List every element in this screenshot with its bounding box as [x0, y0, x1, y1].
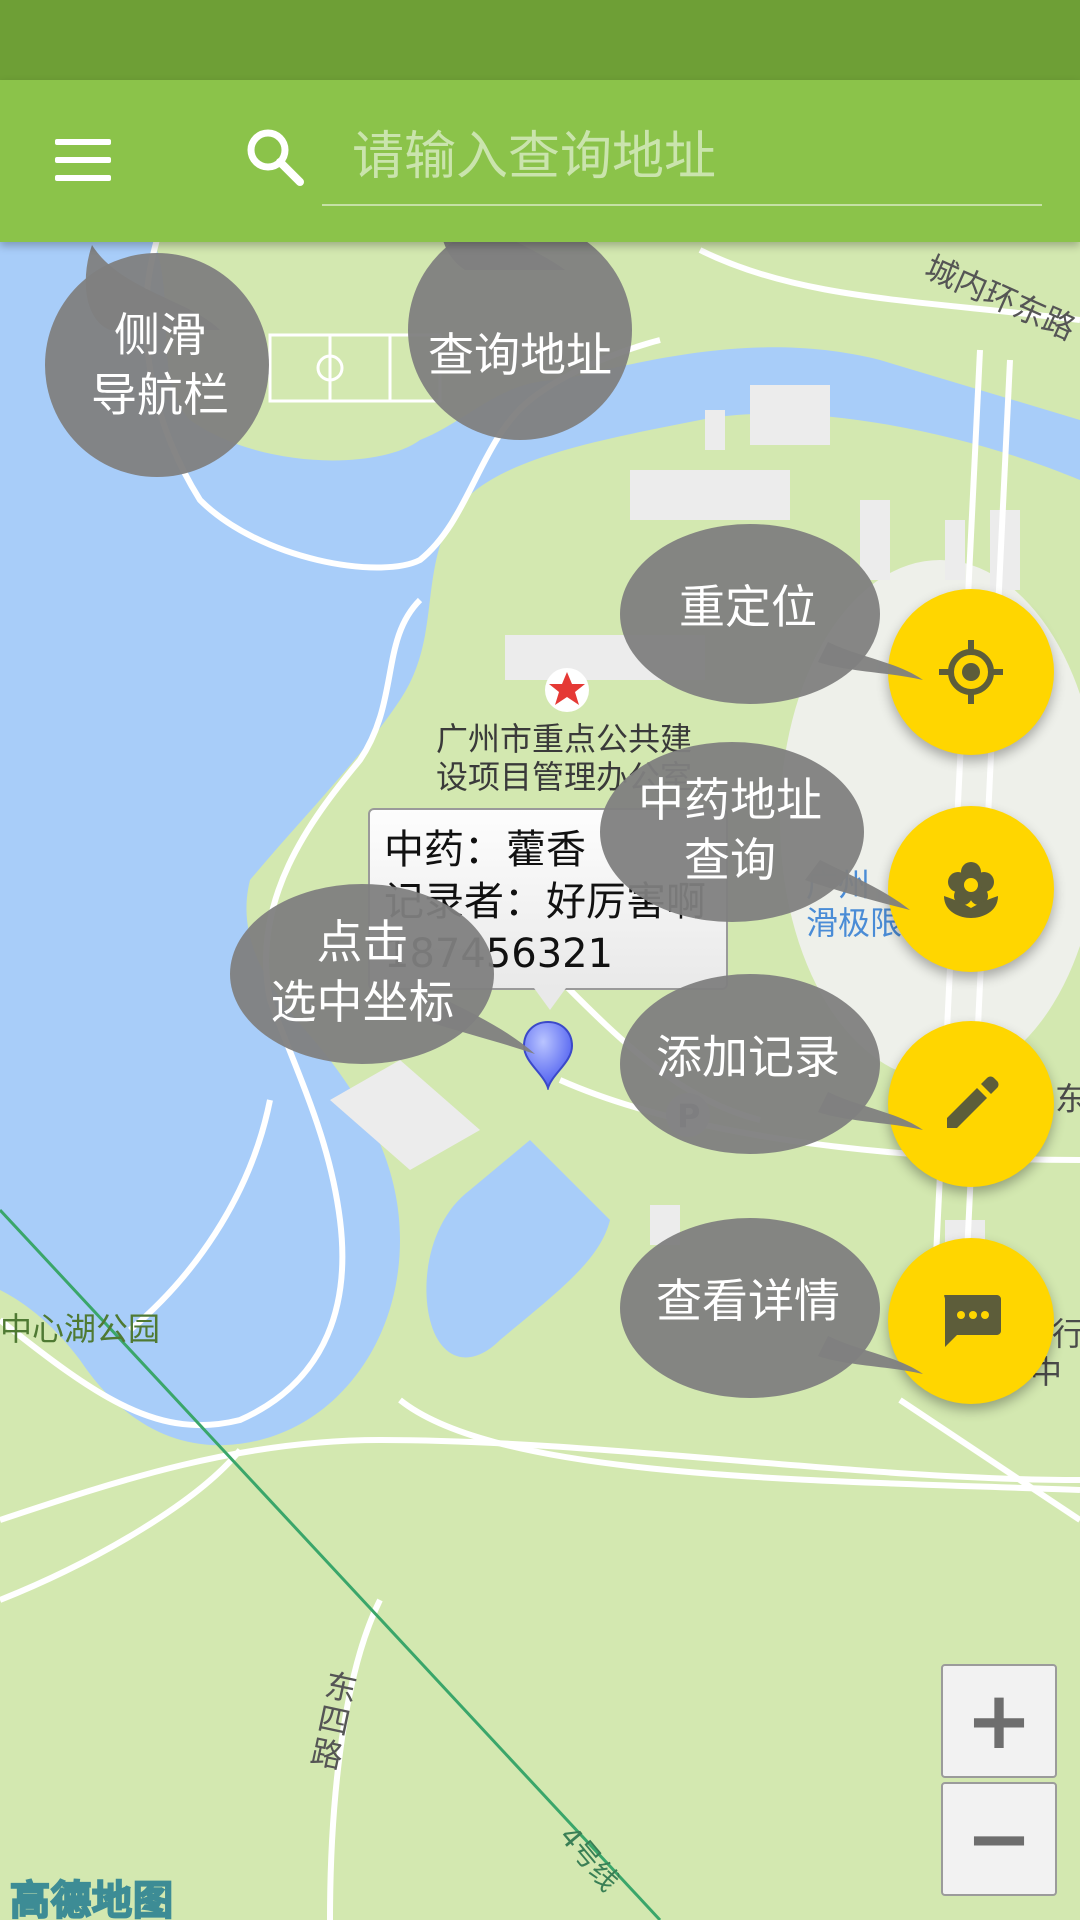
- tooltip-add-record: 添加记录: [618, 972, 928, 1162]
- amap-logo: 高德地图: [9, 1877, 174, 1920]
- edge-label-xing: 行: [1052, 1315, 1080, 1353]
- zoom-out-button[interactable]: −: [941, 1782, 1057, 1896]
- search-icon[interactable]: [240, 122, 310, 192]
- tooltip-select-point-text: 点击 选中坐标: [270, 915, 455, 1029]
- menu-icon-bar-middle: [55, 157, 111, 163]
- tooltip-view-details-text: 查看详情: [656, 1274, 840, 1328]
- zoom-in-button[interactable]: +: [941, 1664, 1057, 1778]
- menu-icon-bar-bottom: [55, 175, 111, 181]
- tooltip-herb-query: 中药地址 查询: [600, 740, 920, 940]
- pencil-icon: [947, 1076, 999, 1128]
- search-input[interactable]: [322, 110, 1042, 206]
- tooltip-relocate: 重定位: [618, 522, 928, 712]
- park-lake-label: 中心湖公园: [0, 1310, 161, 1348]
- tooltip-relocate-text: 重定位: [679, 580, 817, 634]
- flower-icon: [944, 862, 998, 918]
- menu-icon-bar-top: [55, 139, 111, 145]
- tooltip-herb-query-text: 中药地址 查询: [638, 773, 822, 887]
- info-herb-value: 藿香: [506, 827, 586, 873]
- app-root: 广州市重点公共建 设项目管理办公室 城内环东路 中心湖公园 广州 滑极限 东 四…: [0, 0, 1080, 1920]
- tooltip-side-nav: 侧滑 导航栏: [40, 200, 280, 480]
- tooltip-add-record-text: 添加记录: [656, 1030, 840, 1084]
- tooltip-select-point: 点击 选中坐标: [230, 882, 550, 1082]
- edge-label-dong: 东: [1055, 1080, 1080, 1118]
- tooltip-side-nav-text: 侧滑 导航栏: [91, 308, 229, 422]
- tooltip-search-text: 查询地址: [428, 328, 612, 382]
- chat-bubble-icon: [944, 1295, 1001, 1347]
- menu-button[interactable]: [45, 125, 125, 195]
- zoom-in-label: +: [965, 1674, 1033, 1767]
- tooltip-view-details: 查看详情: [618, 1216, 928, 1406]
- app-bar: [0, 80, 1080, 242]
- my-location-icon: [939, 640, 1003, 704]
- status-bar: [0, 0, 1080, 80]
- info-herb-label: 中药：: [384, 827, 504, 873]
- zoom-out-label: −: [965, 1792, 1033, 1885]
